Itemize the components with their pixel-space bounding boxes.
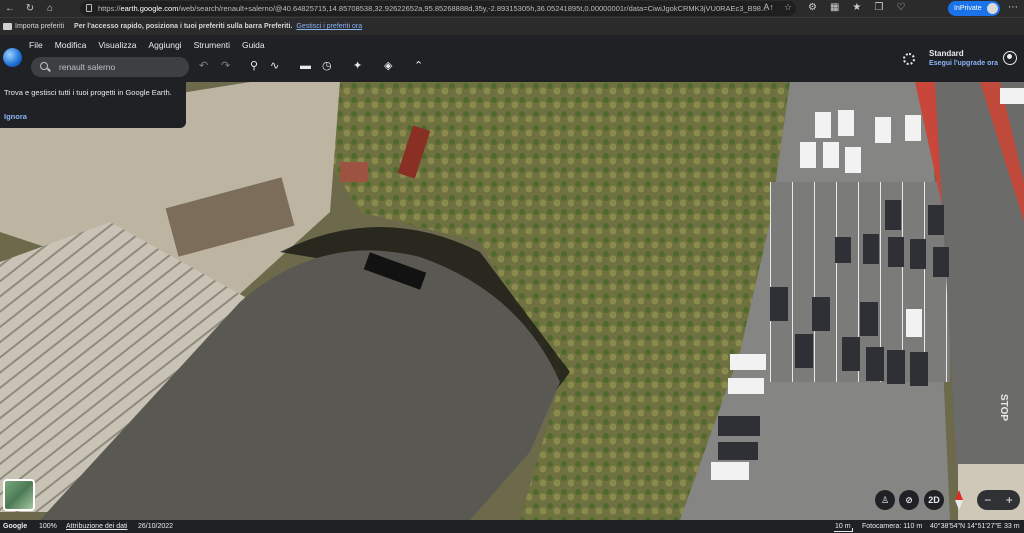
- path-icon[interactable]: ∿: [270, 61, 279, 72]
- compass-icon[interactable]: [955, 490, 963, 510]
- avatar: [987, 3, 998, 14]
- collapse-icon[interactable]: ⌃: [414, 61, 423, 72]
- data-attribution-link[interactable]: Attribuzione dei dati: [66, 523, 127, 530]
- undo-icon[interactable]: ↶: [199, 61, 208, 72]
- view-mode-toggle[interactable]: 2D: [924, 490, 944, 510]
- placemark-icon[interactable]: ⚲: [250, 61, 258, 72]
- plan-label: Standard: [929, 49, 964, 58]
- import-favorites-label: Importa preferiti: [15, 23, 65, 30]
- location-off-icon[interactable]: ⊘: [899, 490, 919, 510]
- zoom-out-button[interactable]: −: [984, 493, 991, 507]
- ruler-icon[interactable]: ▬: [300, 61, 311, 72]
- reader-icon[interactable]: A↑: [763, 2, 774, 13]
- home-icon[interactable]: ⌂: [40, 0, 60, 17]
- manage-favorites-link[interactable]: Gestisci i preferiti ora: [296, 23, 362, 30]
- menu-tools[interactable]: Strumenti: [194, 40, 230, 50]
- account-icon[interactable]: [1003, 51, 1017, 65]
- zoom-level: 100%: [39, 523, 57, 530]
- extensions-icon[interactable]: ⚙: [808, 2, 817, 13]
- camera-altitude: Fotocamera: 110 m: [862, 523, 923, 530]
- status-bar: Google 100% Attribuzione dei dati 26/10/…: [0, 520, 1024, 533]
- zoom-control: − +: [977, 490, 1020, 510]
- menu-view[interactable]: Visualizza: [98, 40, 136, 50]
- projects-tip-card: Trova e gestisci tutti i tuoi progetti i…: [0, 82, 186, 128]
- import-favorites-button[interactable]: Importa preferiti: [3, 23, 64, 30]
- menu-bar: File Modifica Visualizza Aggiungi Strume…: [29, 40, 265, 50]
- inprivate-button[interactable]: InPrivate: [948, 1, 1000, 16]
- inprivate-label: InPrivate: [954, 5, 982, 12]
- menu-file[interactable]: File: [29, 40, 43, 50]
- menu-help[interactable]: Guida: [242, 40, 265, 50]
- road-marking-stop: STOP: [998, 394, 1009, 421]
- back-icon[interactable]: ←: [0, 0, 20, 17]
- favorites-bar: Importa preferiti Per l'accesso rapido, …: [0, 17, 1024, 35]
- url-host: earth.google.com: [120, 4, 179, 13]
- imagery-date: 26/10/2022: [138, 523, 174, 530]
- redo-icon[interactable]: ↷: [221, 61, 230, 72]
- upgrade-link[interactable]: Esegui l'upgrade ora: [929, 60, 998, 67]
- earth-logo-icon[interactable]: [3, 48, 22, 67]
- elevation: 33 m: [1004, 523, 1020, 530]
- split-screen-icon[interactable]: ▦: [830, 2, 839, 13]
- layers-icon[interactable]: ◈: [384, 61, 392, 72]
- history-icon[interactable]: ◷: [322, 61, 332, 72]
- browser-essentials-icon[interactable]: ♡: [896, 2, 905, 13]
- address-bar[interactable]: https://earth.google.com/web/search/rena…: [80, 1, 796, 16]
- scale-bar-line: [834, 531, 853, 532]
- address-bar-actions: A↑ ☆: [763, 2, 792, 13]
- search-icon: [40, 62, 48, 70]
- url-path: /web/search/renault+salerno/@40.64825715…: [178, 4, 768, 13]
- zoom-in-button[interactable]: +: [1006, 493, 1013, 507]
- voyager-icon[interactable]: ✦: [353, 61, 362, 72]
- coordinates: 40°38'54"N 14°51'27"E: [930, 523, 1002, 530]
- folder-icon: [3, 23, 12, 30]
- favorites-icon[interactable]: ★: [852, 2, 861, 13]
- google-logo: Google: [3, 523, 28, 530]
- map-style-thumbnail[interactable]: [3, 479, 35, 511]
- lock-icon: [86, 4, 92, 12]
- menu-edit[interactable]: Modifica: [55, 40, 87, 50]
- url-scheme: https://: [98, 4, 121, 13]
- menu-add[interactable]: Aggiungi: [148, 40, 181, 50]
- settings-gear-icon[interactable]: [903, 53, 915, 65]
- favorites-hint: Per l'accesso rapido, posiziona i tuoi p…: [74, 23, 293, 30]
- search-value: renault salerno: [59, 62, 116, 72]
- search-input[interactable]: renault salerno: [31, 57, 189, 77]
- tip-text: Trova e gestisci tutti i tuoi progetti i…: [4, 88, 172, 97]
- favorite-star-icon[interactable]: ☆: [784, 2, 792, 13]
- more-icon[interactable]: ⋯: [1008, 2, 1018, 13]
- scale-label: 10 m: [835, 523, 851, 530]
- map-view[interactable]: STOP: [0, 82, 1024, 520]
- refresh-icon[interactable]: ↻: [20, 0, 40, 17]
- dismiss-tip-button[interactable]: Ignora: [4, 112, 27, 121]
- pegman-icon[interactable]: ♙: [875, 490, 895, 510]
- browser-actions: ⚙ ▦ ★ ❐ ♡: [808, 2, 905, 13]
- aerial-imagery: STOP: [0, 82, 1024, 520]
- collections-icon[interactable]: ❐: [874, 2, 883, 13]
